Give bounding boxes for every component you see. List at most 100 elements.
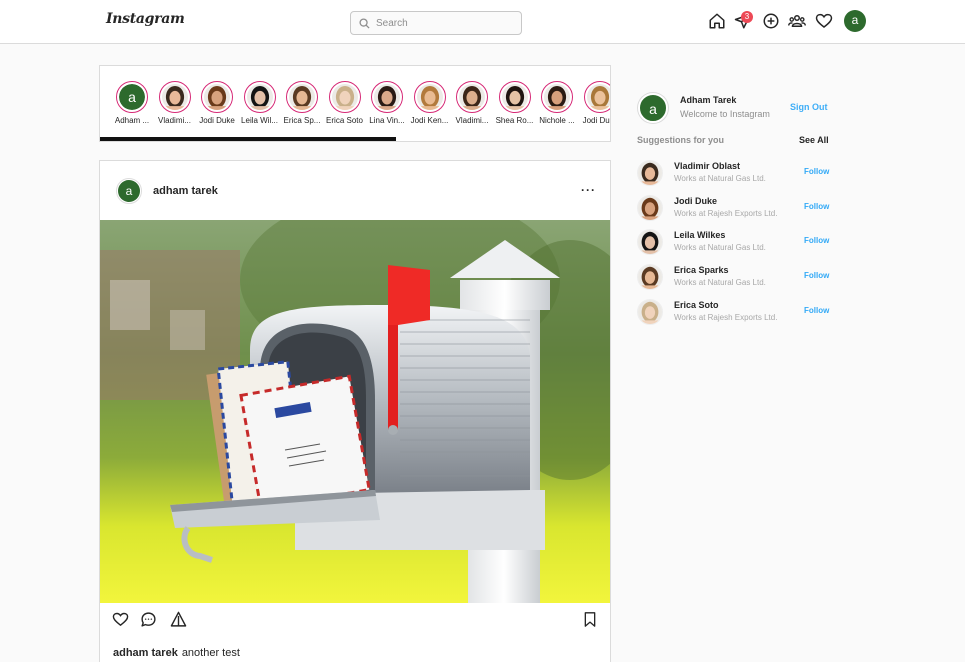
follow-button[interactable]: Follow xyxy=(804,236,829,245)
profile-photo-icon xyxy=(638,161,662,185)
heart-icon[interactable] xyxy=(815,12,833,30)
story-item[interactable]: Nichole ... xyxy=(535,81,579,125)
follow-button[interactable]: Follow xyxy=(804,167,829,176)
story-ring[interactable] xyxy=(158,81,191,113)
share-icon[interactable] xyxy=(170,611,187,628)
story-ring[interactable] xyxy=(243,81,276,113)
story-username: Nichole ... xyxy=(539,116,575,125)
story-item[interactable]: Leila Wil... xyxy=(238,81,282,125)
top-nav-bar: Instagram 3 a xyxy=(0,0,965,44)
mailbox-photo xyxy=(100,220,610,603)
suggestion-item: Jodi Duke Works at Rajesh Exports Ltd. Fol… xyxy=(637,194,837,223)
stories-scrollbar[interactable] xyxy=(100,137,396,141)
story-username: Adham ... xyxy=(114,116,150,125)
comment-icon[interactable] xyxy=(140,611,157,628)
profile-photo-icon xyxy=(416,84,443,110)
profile-photo-icon xyxy=(586,84,610,110)
suggestion-workplace: Works at Natural Gas Ltd. xyxy=(674,278,766,288)
like-heart-icon[interactable] xyxy=(112,611,129,628)
story-username: Lina Vin... xyxy=(369,116,405,125)
story-item[interactable]: Jodi Duke xyxy=(195,81,239,125)
profile-photo-icon xyxy=(544,84,570,110)
feed-post: a adham tarek ··· adham tarek another te… xyxy=(99,160,611,662)
story-ring[interactable] xyxy=(371,81,403,113)
home-icon[interactable] xyxy=(708,12,726,30)
story-item[interactable]: Vladimi... xyxy=(153,81,197,125)
story-ring[interactable] xyxy=(583,81,610,113)
people-icon[interactable] xyxy=(788,12,806,30)
suggestion-avatar[interactable] xyxy=(637,160,663,186)
story-username: Erica Sp... xyxy=(283,116,321,125)
sidebar-user-name[interactable]: Adham Tarek xyxy=(680,95,736,105)
suggestion-workplace: Works at Natural Gas Ltd. xyxy=(674,174,766,183)
suggestion-name[interactable]: Vladimir Oblast xyxy=(674,161,740,171)
suggestion-avatar[interactable] xyxy=(637,194,663,221)
story-item[interactable]: Erica Sp... xyxy=(280,81,324,125)
story-item[interactable]: a Adham ... xyxy=(110,81,154,125)
story-ring[interactable] xyxy=(328,81,361,113)
post-header: a adham tarek ··· xyxy=(100,161,610,220)
suggestion-name[interactable]: Erica Sparks xyxy=(674,265,729,275)
profile-photo-icon xyxy=(638,230,662,255)
profile-photo-icon xyxy=(501,84,528,110)
story-username: Vladimi... xyxy=(455,116,489,125)
search-input[interactable] xyxy=(376,17,506,29)
suggestion-item: Vladimir Oblast Works at Natural Gas Ltd.… xyxy=(637,160,837,188)
post-username[interactable]: adham tarek xyxy=(153,185,218,197)
new-post-icon[interactable] xyxy=(762,12,780,30)
story-item[interactable]: Shea Ro... xyxy=(493,81,537,125)
story-username: Jodi Ken... xyxy=(410,116,449,125)
story-username: Vladimi... xyxy=(158,116,191,125)
story-item[interactable]: Erica Soto xyxy=(323,81,367,125)
follow-button[interactable]: Follow xyxy=(804,202,829,211)
post-image[interactable] xyxy=(100,220,610,603)
profile-photo-icon xyxy=(374,84,400,110)
more-options-icon[interactable]: ··· xyxy=(581,183,596,197)
story-ring[interactable] xyxy=(201,81,233,113)
suggestion-avatar[interactable] xyxy=(637,229,663,256)
suggestion-name[interactable]: Leila Wilkes xyxy=(674,230,725,240)
see-all-link[interactable]: See All xyxy=(799,135,829,145)
suggestion-name[interactable]: Erica Soto xyxy=(674,300,719,310)
suggestions-title: Suggestions for you xyxy=(637,135,725,145)
story-avatar-letter: a xyxy=(119,84,145,110)
story-ring[interactable] xyxy=(413,81,446,113)
follow-button[interactable]: Follow xyxy=(804,306,829,315)
story-item[interactable]: Lina Vin... xyxy=(365,81,409,125)
profile-photo-icon xyxy=(638,265,662,290)
story-item[interactable]: Jodi Du... xyxy=(578,81,610,125)
suggestion-avatar[interactable] xyxy=(637,298,663,325)
suggestion-name[interactable]: Jodi Duke xyxy=(674,196,717,206)
profile-photo-icon xyxy=(638,299,662,324)
search-box[interactable] xyxy=(350,11,522,35)
story-ring[interactable] xyxy=(541,81,573,113)
profile-photo-icon xyxy=(331,84,358,110)
caption-username[interactable]: adham tarek xyxy=(113,647,178,659)
suggestion-workplace: Works at Natural Gas Ltd. xyxy=(674,243,766,253)
instagram-logo[interactable]: Instagram xyxy=(106,11,185,27)
story-ring[interactable] xyxy=(286,81,318,113)
story-ring[interactable] xyxy=(456,81,488,113)
story-username: Jodi Du... xyxy=(582,116,610,125)
profile-photo-icon xyxy=(638,195,662,220)
stories-tray: a Adham ... Vladimi... Jodi Duke Leila Wil..… xyxy=(99,65,611,142)
sidebar-avatar[interactable]: a xyxy=(638,93,668,123)
story-username: Leila Wil... xyxy=(241,116,278,125)
sign-out-link[interactable]: Sign Out xyxy=(790,102,828,112)
profile-avatar[interactable]: a xyxy=(844,10,866,32)
story-item[interactable]: Vladimi... xyxy=(450,81,494,125)
bookmark-icon[interactable] xyxy=(582,611,598,628)
post-avatar[interactable]: a xyxy=(116,178,142,204)
profile-photo-icon xyxy=(161,84,188,110)
suggestion-workplace: Works at Rajesh Exports Ltd. xyxy=(674,312,778,322)
suggestion-workplace: Works at Rajesh Exports Ltd. xyxy=(674,208,778,218)
profile-photo-icon xyxy=(204,84,230,110)
suggestion-avatar[interactable] xyxy=(637,264,663,291)
story-ring[interactable] xyxy=(498,81,531,113)
follow-button[interactable]: Follow xyxy=(804,271,829,280)
story-item[interactable]: Jodi Ken... xyxy=(408,81,452,125)
story-username: Shea Ro... xyxy=(495,116,534,125)
story-ring[interactable]: a xyxy=(116,81,148,113)
post-caption: adham tarek another test xyxy=(113,647,240,659)
sidebar-welcome-text: Welcome to Instagram xyxy=(680,109,770,119)
